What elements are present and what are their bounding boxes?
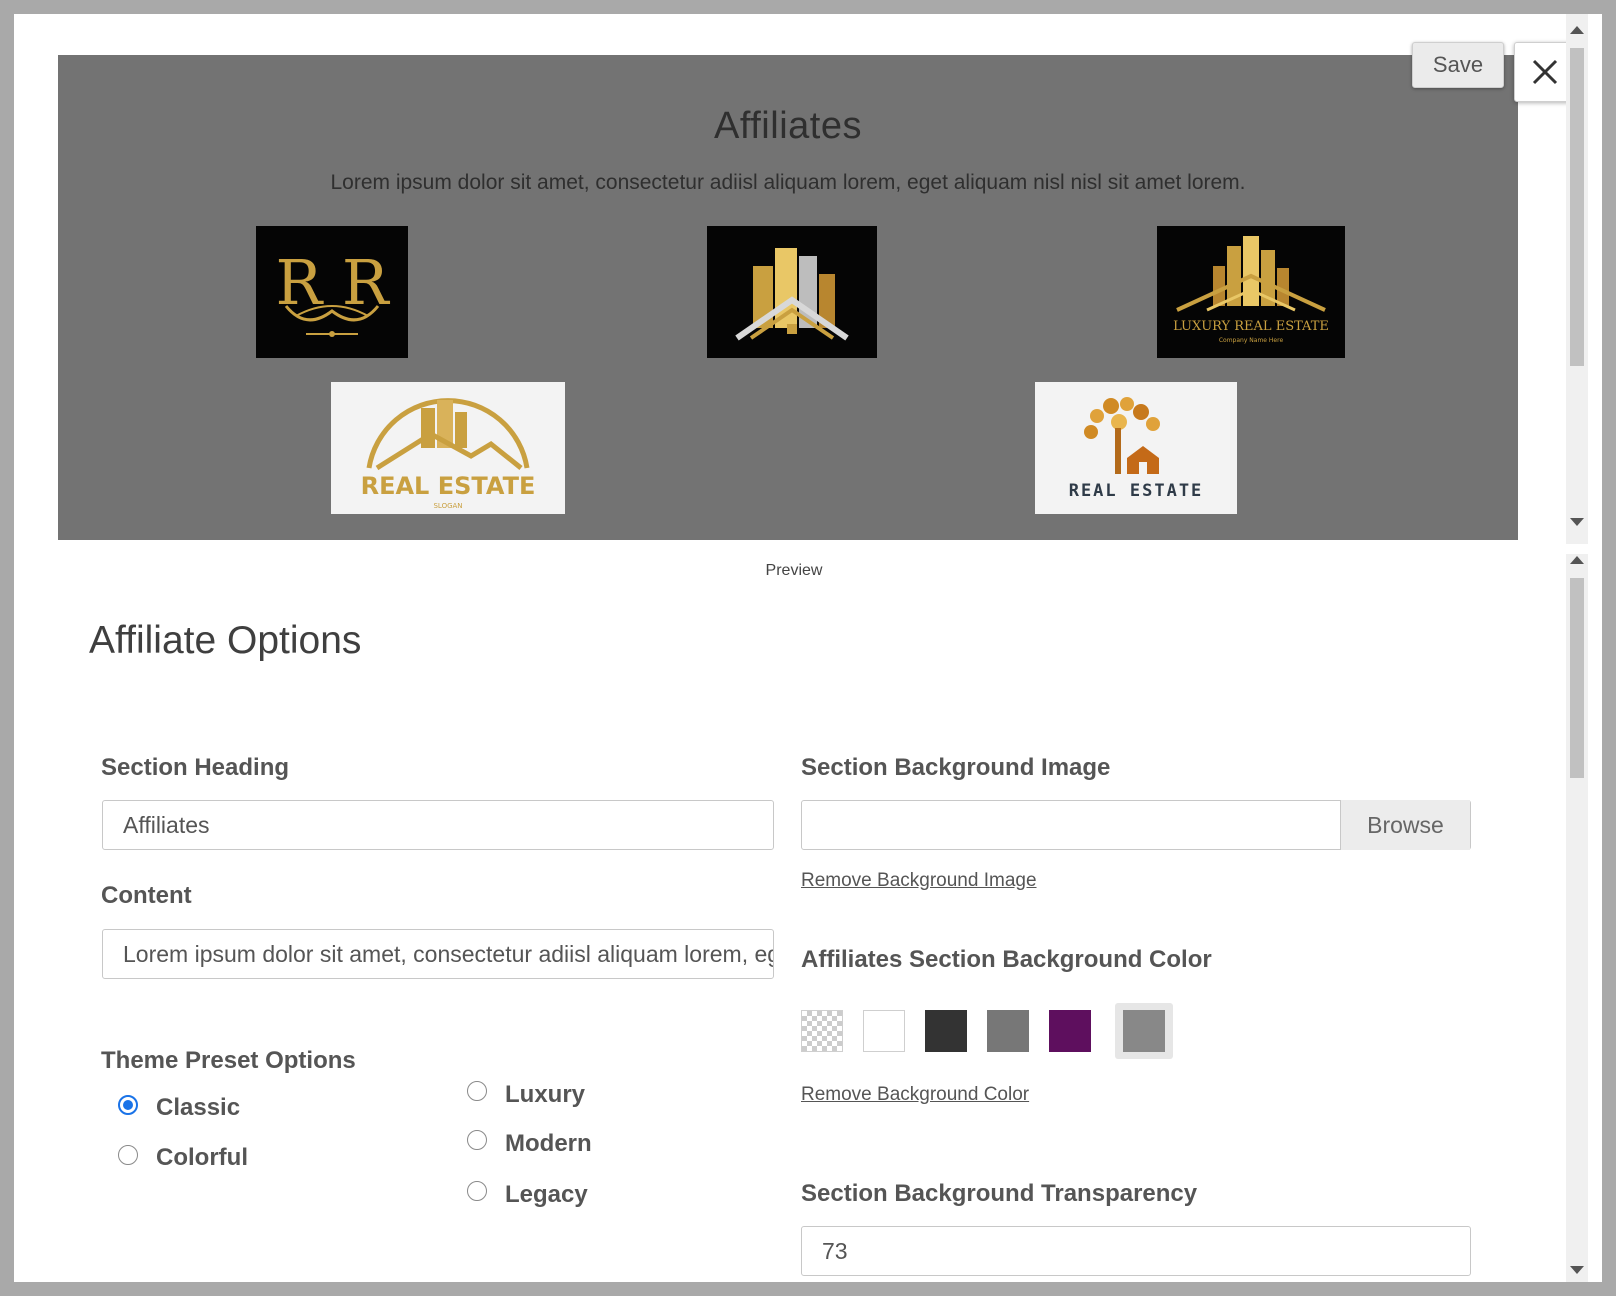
real-estate-arch-subtext: SLOGAN: [433, 502, 462, 510]
real-estate-arch-logo: REAL ESTATE SLOGAN: [331, 382, 565, 514]
color-swatch-purple[interactable]: [1049, 1010, 1091, 1052]
real-estate-arch-text: REAL ESTATE: [361, 472, 536, 500]
affiliates-editor-dialog: Affiliates Lorem ipsum dolor sit amet, c…: [14, 14, 1602, 1282]
theme-legacy-label[interactable]: Legacy: [505, 1181, 588, 1209]
close-icon: [1532, 59, 1558, 85]
real-estate-tree-logo: REAL ESTATE: [1035, 382, 1237, 514]
content-input[interactable]: Lorem ipsum dolor sit amet, consectetur …: [102, 929, 774, 979]
theme-luxury-label[interactable]: Luxury: [505, 1081, 585, 1109]
preview-caption: Preview: [765, 562, 823, 579]
theme-modern-label[interactable]: Modern: [505, 1130, 592, 1158]
preview-panel: Affiliates Lorem ipsum dolor sit amet, c…: [58, 55, 1518, 540]
options-heading: Affiliate Options: [89, 619, 362, 662]
bg-color-label: Affiliates Section Background Color: [801, 946, 1212, 973]
section-heading-label: Section Heading: [101, 754, 290, 781]
preview-scroll-thumb[interactable]: [1570, 48, 1584, 366]
scroll-up-arrow-icon[interactable]: [1570, 26, 1584, 34]
theme-modern-radio[interactable]: [467, 1130, 487, 1150]
gold-buildings-logo: [707, 226, 877, 358]
preview-scrollbar[interactable]: [1566, 14, 1588, 544]
options-scrollbar[interactable]: [1566, 554, 1588, 1282]
rr-monogram-logo: R R: [256, 226, 408, 358]
color-swatch-white[interactable]: [863, 1010, 905, 1052]
theme-classic-label[interactable]: Classic: [156, 1094, 240, 1122]
remove-bg-image-link[interactable]: Remove Background Image: [801, 870, 1037, 892]
scroll-down-arrow-icon[interactable]: [1570, 518, 1584, 526]
color-swatch-gray[interactable]: [987, 1010, 1029, 1052]
theme-colorful-label[interactable]: Colorful: [156, 1144, 248, 1172]
theme-colorful-radio[interactable]: [118, 1145, 138, 1165]
preview-title: Affiliates: [714, 105, 862, 147]
luxury-real-estate-text: LUXURY REAL ESTATE: [1173, 319, 1329, 334]
theme-luxury-radio[interactable]: [467, 1081, 487, 1101]
transparency-label: Section Background Transparency: [801, 1180, 1198, 1207]
rr-monogram-text: R R: [275, 246, 390, 319]
transparency-input[interactable]: 73: [801, 1226, 1471, 1276]
scroll-down-arrow-icon[interactable]: [1570, 1266, 1584, 1274]
luxury-real-estate-subtext: Company Name Here: [1219, 337, 1284, 344]
luxury-real-estate-logo: LUXURY REAL ESTATE Company Name Here: [1157, 226, 1345, 358]
color-swatch-dark[interactable]: [925, 1010, 967, 1052]
remove-bg-color-link[interactable]: Remove Background Color: [801, 1084, 1029, 1106]
color-swatch-transparent[interactable]: [801, 1010, 843, 1052]
scroll-up-arrow-icon[interactable]: [1570, 556, 1584, 564]
preview-content: Lorem ipsum dolor sit amet, consectetur …: [330, 171, 1246, 194]
save-button[interactable]: Save: [1412, 42, 1504, 88]
options-scroll-thumb[interactable]: [1570, 578, 1584, 778]
browse-button[interactable]: Browse: [1340, 800, 1470, 850]
real-estate-tree-text: REAL ESTATE: [1069, 481, 1204, 501]
bg-image-label: Section Background Image: [801, 754, 1111, 781]
color-swatch-selected-gray[interactable]: [1123, 1010, 1165, 1052]
content-label: Content: [101, 882, 192, 909]
section-heading-input[interactable]: Affiliates: [102, 800, 774, 850]
theme-preset-label: Theme Preset Options: [101, 1047, 356, 1074]
theme-legacy-radio[interactable]: [467, 1181, 487, 1201]
theme-classic-radio[interactable]: [118, 1095, 138, 1115]
